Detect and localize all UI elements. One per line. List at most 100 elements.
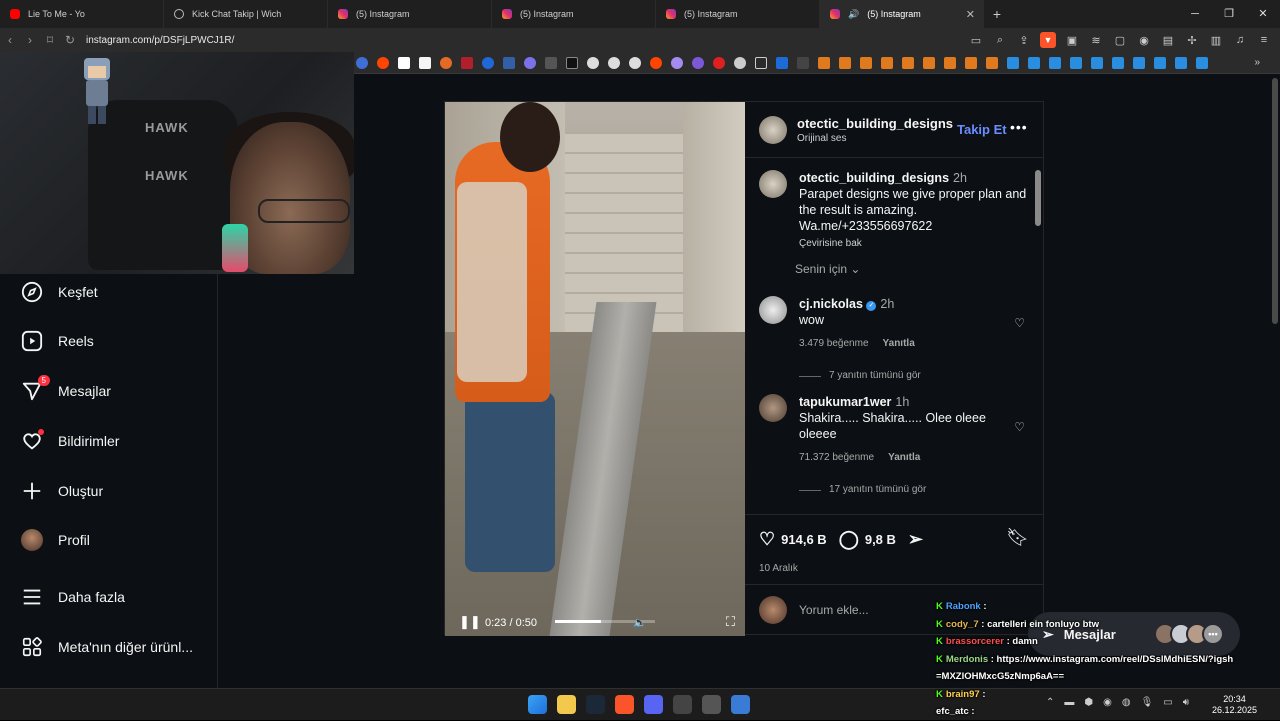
- sidebar-icon[interactable]: ▥: [1208, 32, 1224, 48]
- commenter-username[interactable]: cj.nickolas: [799, 297, 863, 311]
- extension-icon[interactable]: ▢: [1112, 32, 1128, 48]
- comment-icon[interactable]: ◯: [839, 529, 859, 550]
- bookmark-icon[interactable]: [713, 56, 725, 69]
- close-tab-icon[interactable]: ✕: [966, 8, 975, 21]
- bookmark-icon[interactable]: [734, 56, 746, 69]
- windows-start-icon[interactable]: [528, 695, 547, 714]
- bookmark-icon[interactable]: [524, 56, 536, 69]
- commenter-username[interactable]: tapukumar1wer: [799, 395, 891, 409]
- see-translation-link[interactable]: Çevirisine bak: [799, 236, 1029, 252]
- folder-icon[interactable]: [755, 56, 767, 69]
- bookmark-icon[interactable]: [944, 56, 956, 69]
- sidebar-item-notifications[interactable]: Bildirimler: [20, 429, 119, 453]
- cast-icon[interactable]: ▭: [968, 32, 984, 48]
- browser-tab[interactable]: Lie To Me - Yo: [0, 0, 164, 28]
- bookmark-icon[interactable]: [902, 56, 914, 69]
- follow-button[interactable]: Takip Et: [957, 122, 1007, 137]
- like-count[interactable]: 914,6 B: [781, 532, 827, 547]
- comment-count[interactable]: 9,8 B: [865, 532, 896, 547]
- bookmark-icon[interactable]: [923, 56, 935, 69]
- sidebar-item-meta[interactable]: Meta'nın diğer ürünl...: [20, 635, 193, 659]
- app-icon[interactable]: [731, 695, 750, 714]
- share-icon[interactable]: ➢: [908, 529, 923, 550]
- like-icon[interactable]: ♡: [759, 529, 775, 550]
- share-icon[interactable]: ⇪: [1016, 32, 1032, 48]
- back-icon[interactable]: ‹: [0, 33, 20, 47]
- close-window-icon[interactable]: ✕: [1246, 0, 1280, 28]
- sidebar-item-reels[interactable]: Reels: [20, 329, 94, 353]
- bookmark-icon[interactable]: [440, 56, 452, 69]
- scrollbar-thumb[interactable]: [1272, 78, 1278, 324]
- volume-icon[interactable]: 🔈: [633, 616, 647, 629]
- bookmark-icon[interactable]: [692, 56, 704, 69]
- caption-username[interactable]: otectic_building_designs: [799, 171, 949, 185]
- sidebar-item-profile[interactable]: Profil: [20, 528, 90, 552]
- bookmark-icon[interactable]: [629, 56, 641, 69]
- browser-tab-active[interactable]: 🔊 (5) Instagram ✕: [820, 0, 984, 28]
- extension-icon[interactable]: ≋: [1088, 32, 1104, 48]
- extension-icon[interactable]: ▣: [1064, 32, 1080, 48]
- speaker-icon[interactable]: 🔊: [848, 9, 859, 20]
- comment-likes[interactable]: 3.479 beğenme: [799, 338, 869, 349]
- browser-tab[interactable]: Kick Chat Takip | Wich: [164, 0, 328, 28]
- bookmark-icon[interactable]: [650, 56, 662, 69]
- bookmark-icon[interactable]: [860, 56, 872, 69]
- comment-likes[interactable]: 71.372 beğenme: [799, 452, 874, 463]
- sidebar-item-create[interactable]: Oluştur: [20, 479, 103, 503]
- bookmark-icon[interactable]: [608, 56, 620, 69]
- browser-tab[interactable]: (5) Instagram: [328, 0, 492, 28]
- bookmark-icon[interactable]: [545, 56, 557, 69]
- bookmark-icon[interactable]: [482, 56, 494, 69]
- bookmark-icon[interactable]: [1133, 56, 1145, 69]
- bookmark-icon[interactable]: [1091, 56, 1103, 69]
- comment-input[interactable]: Yorum ekle...: [799, 603, 869, 617]
- bookmark-icon[interactable]: [1007, 56, 1019, 69]
- post-video[interactable]: ❚❚ 0:23 / 0:50 🔈 ⛶: [445, 102, 745, 636]
- bookmark-icon[interactable]: [986, 56, 998, 69]
- bookmark-icon[interactable]: [1175, 56, 1187, 69]
- author-avatar[interactable]: [759, 170, 787, 198]
- bookmark-icon[interactable]: [776, 56, 788, 69]
- brave-shield-icon[interactable]: ▼: [1040, 32, 1056, 48]
- bookmark-icon[interactable]: [587, 56, 599, 69]
- app-icon[interactable]: [702, 695, 721, 714]
- comment-like-icon[interactable]: ♡: [1014, 316, 1025, 330]
- more-options-icon[interactable]: •••: [1010, 119, 1028, 135]
- bookmark-icon[interactable]: [1154, 56, 1166, 69]
- bookmark-icon[interactable]: ⌑: [40, 33, 60, 47]
- new-tab-icon[interactable]: +: [984, 6, 1010, 22]
- menu-icon[interactable]: ≡: [1256, 32, 1272, 48]
- reply-button[interactable]: Yanıtla: [883, 338, 915, 349]
- view-replies-link[interactable]: 7 yanıtın tümünü gör: [799, 368, 1029, 384]
- view-replies-link[interactable]: 17 yanıtın tümünü gör: [799, 482, 1029, 498]
- bookmark-icon[interactable]: [566, 56, 578, 69]
- bookmark-icon[interactable]: [356, 56, 368, 69]
- url-field[interactable]: instagram.com/p/DSFjLPWCJ1R/: [86, 35, 234, 46]
- playlist-icon[interactable]: ♫: [1232, 32, 1248, 48]
- zoom-icon[interactable]: ⌕: [992, 32, 1008, 48]
- extension-icon[interactable]: ◉: [1136, 32, 1152, 48]
- commenter-avatar[interactable]: [759, 394, 787, 422]
- bookmark-icon[interactable]: [671, 56, 683, 69]
- bookmark-icon[interactable]: [881, 56, 893, 69]
- comment-sort-dropdown[interactable]: Senin için ⌄: [795, 262, 860, 276]
- bookmark-icon[interactable]: [419, 56, 431, 69]
- restore-icon[interactable]: ❐: [1212, 0, 1246, 28]
- reload-icon[interactable]: ↻: [60, 33, 80, 47]
- page-scrollbar[interactable]: [1270, 74, 1280, 688]
- commenter-avatar[interactable]: [759, 296, 787, 324]
- bookmark-icon[interactable]: [398, 56, 410, 69]
- sidebar-item-messages[interactable]: 5 Mesajlar: [20, 375, 111, 403]
- sidebar-item-explore[interactable]: Keşfet: [20, 280, 98, 304]
- fullscreen-icon[interactable]: ⛶: [726, 614, 735, 630]
- comment-like-icon[interactable]: ♡: [1014, 420, 1025, 434]
- browser-tab[interactable]: (5) Instagram: [656, 0, 820, 28]
- author-avatar[interactable]: [759, 115, 787, 144]
- discord-icon[interactable]: [644, 695, 663, 714]
- steam-icon[interactable]: [586, 695, 605, 714]
- save-icon[interactable]: 🔖︎: [1006, 527, 1029, 548]
- comments-list[interactable]: otectic_building_designs 2h Parapet desig…: [745, 158, 1043, 512]
- pause-icon[interactable]: ❚❚: [459, 614, 481, 630]
- forward-icon[interactable]: ›: [20, 33, 40, 47]
- bookmarks-overflow-icon[interactable]: »: [1254, 57, 1260, 68]
